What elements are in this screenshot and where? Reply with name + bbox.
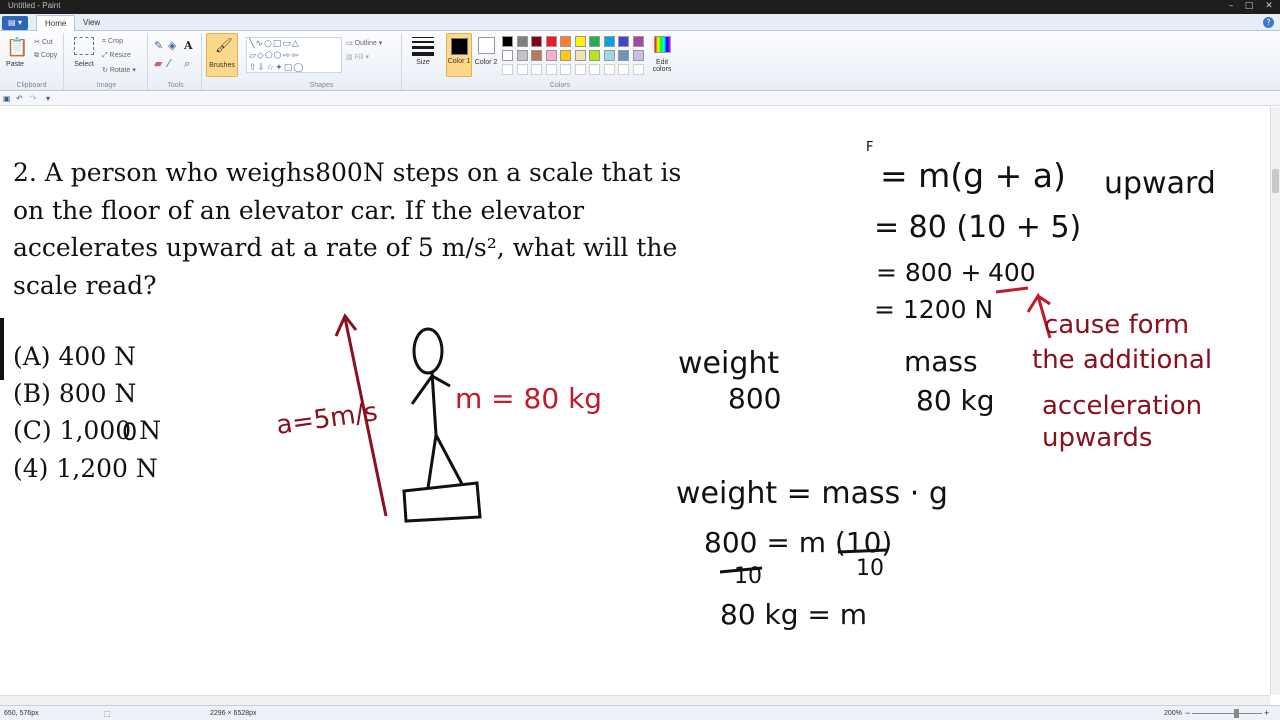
stick-figure-legs xyxy=(426,430,464,489)
mass-label: m = 80 kg xyxy=(455,382,603,415)
f-mark: F xyxy=(866,140,874,155)
selection-icon: ⬚ xyxy=(104,711,111,718)
weight-value: 800 xyxy=(728,382,782,415)
equation-line-1: = m(g + a) xyxy=(880,156,1066,195)
denominator-right: 10 xyxy=(856,556,884,581)
zoom-slider-track[interactable] xyxy=(1192,713,1262,714)
weight-formula: weight = mass · g xyxy=(676,476,948,511)
stray-zero-mark: 0 xyxy=(122,418,138,446)
equation-line-4: = 1200 N xyxy=(874,295,994,324)
mass-value: 80 kg xyxy=(916,384,995,417)
image-dimensions: 2296 × 6528px xyxy=(210,710,257,717)
cause-note-line: the additional xyxy=(1032,345,1213,375)
cause-note-line: acceleration xyxy=(1042,391,1203,421)
stick-figure-body xyxy=(430,371,438,436)
stick-figure-head xyxy=(412,327,444,375)
substitution-line: 800 = m (10) xyxy=(704,526,893,559)
upward-label: upward xyxy=(1104,166,1216,201)
equation-line-3: = 800 + xyxy=(876,258,982,287)
horizontal-scrollbar[interactable] xyxy=(0,695,1270,705)
zoom-slider-thumb[interactable] xyxy=(1234,709,1239,718)
equation-line-3-red: 400 xyxy=(988,258,1036,287)
vertical-scroll-thumb[interactable] xyxy=(1272,169,1279,193)
zoom-in-button[interactable]: + xyxy=(1264,708,1269,718)
denominator-left: 10 xyxy=(734,564,762,589)
underline-400 xyxy=(995,286,1029,294)
zoom-level: 200% xyxy=(1164,710,1182,717)
result-line: 80 kg = m xyxy=(720,598,868,631)
mass-word: mass xyxy=(904,345,978,378)
stick-figure-arms xyxy=(410,374,451,405)
cause-note-line: upwards xyxy=(1042,423,1153,453)
scale-box xyxy=(402,481,482,523)
cursor-position: 650, 576px xyxy=(4,710,39,717)
cause-note-line: cause form xyxy=(1044,310,1190,340)
status-bar: 650, 576px ⬚ 2296 × 6528px 200% − + xyxy=(0,705,1280,720)
vertical-scrollbar[interactable] xyxy=(1270,107,1280,695)
zoom-out-button[interactable]: − xyxy=(1185,708,1190,718)
equation-line-2: = 80 (10 + 5) xyxy=(874,210,1082,245)
weight-label: weight xyxy=(678,346,780,381)
